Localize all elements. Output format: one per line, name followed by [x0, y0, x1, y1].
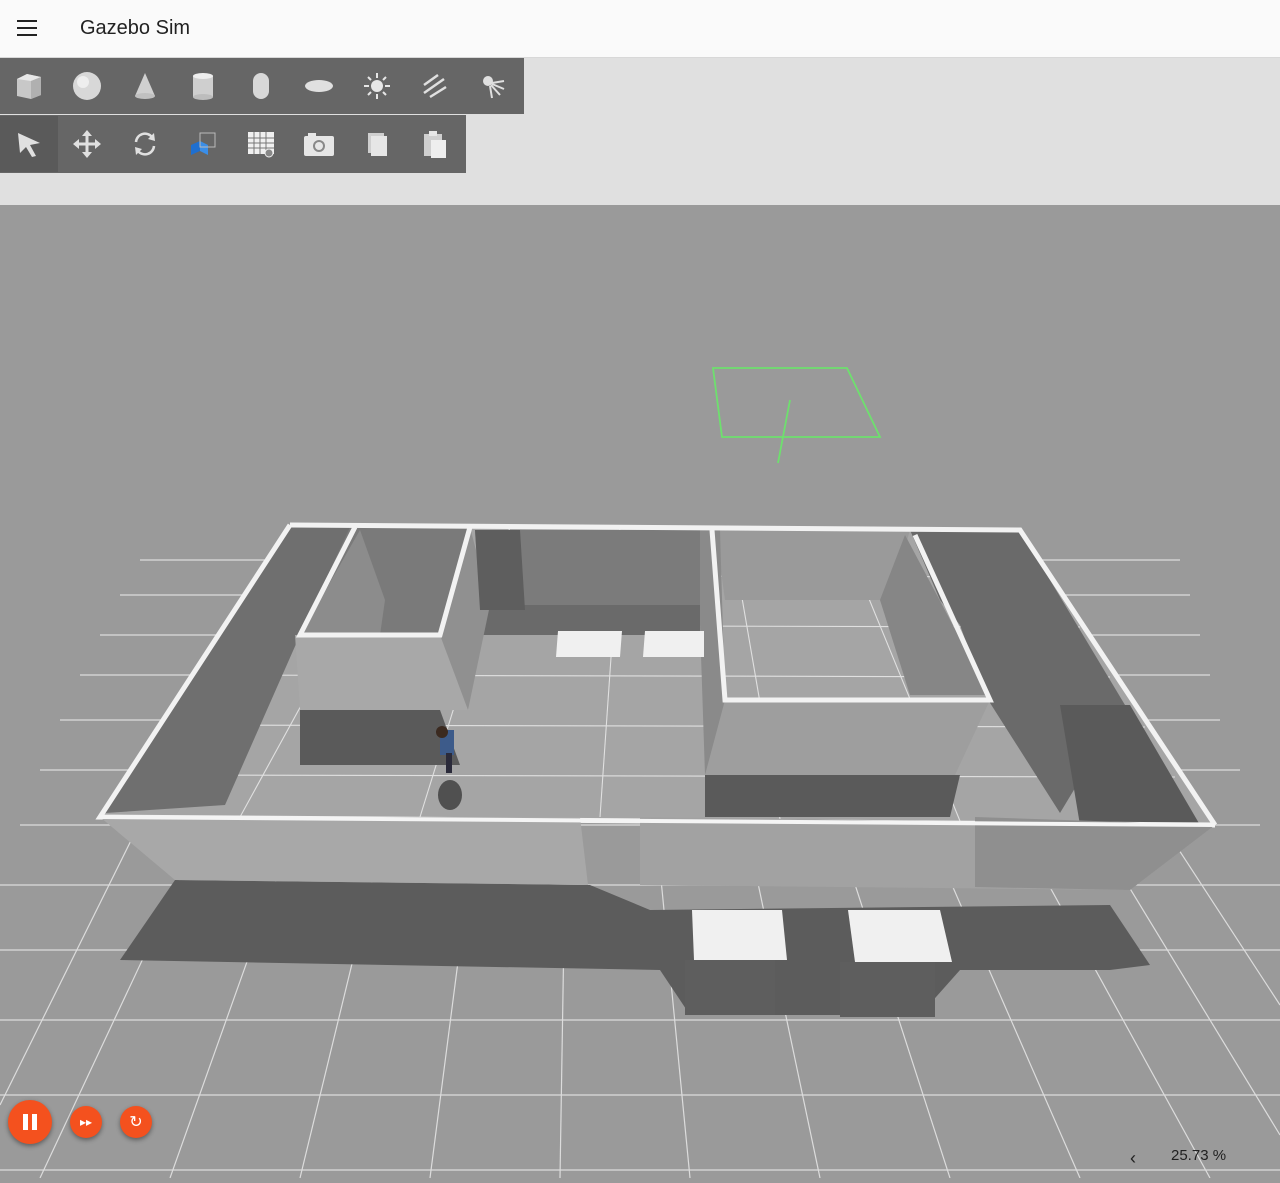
table-2: [643, 631, 704, 657]
shapes-toolbar: [0, 58, 524, 114]
step-icon: ▸▸: [79, 1115, 93, 1129]
paste-icon[interactable]: [406, 116, 464, 172]
capsule-icon[interactable]: [232, 58, 290, 114]
wall-room2-front: [705, 700, 990, 775]
rotate-mode-icon[interactable]: [116, 116, 174, 172]
cone-icon[interactable]: [116, 58, 174, 114]
app-title: Gazebo Sim: [80, 17, 191, 39]
box-icon[interactable]: [0, 58, 58, 114]
select-mode-icon[interactable]: [0, 116, 58, 172]
table-1: [556, 631, 622, 657]
reset-button[interactable]: ↻: [120, 1106, 152, 1138]
directional-light-icon[interactable]: [406, 58, 464, 114]
top-bar: Gazebo Sim: [0, 0, 1280, 58]
reset-icon: ↻: [129, 1114, 143, 1131]
point-light-icon[interactable]: [348, 58, 406, 114]
pause-button[interactable]: [8, 1100, 52, 1144]
wall-room1-front: [295, 635, 470, 710]
spot-light-icon[interactable]: [464, 58, 522, 114]
copy-icon[interactable]: [348, 116, 406, 172]
real-time-factor: 25.73 %: [1171, 1147, 1227, 1164]
grid-config-icon[interactable]: [232, 116, 290, 172]
chevron-left-icon[interactable]: ‹: [1130, 1148, 1146, 1168]
translate-mode-icon[interactable]: [58, 116, 116, 172]
scene-viewport[interactable]: [0, 205, 1280, 1179]
transform-toolbar: [0, 115, 466, 173]
menu-icon[interactable]: [14, 16, 44, 42]
screenshot-icon[interactable]: [290, 116, 348, 172]
table-4: [848, 910, 952, 962]
step-button[interactable]: ▸▸: [70, 1106, 102, 1138]
scene-3d: [0, 205, 1280, 1179]
view-angle-icon[interactable]: [174, 116, 232, 172]
pause-icon: [23, 1114, 37, 1130]
wall-front-left: [100, 817, 588, 885]
ellipsoid-icon[interactable]: [290, 58, 348, 114]
playback-controls: ▸▸ ↻: [8, 1100, 152, 1144]
table-3: [692, 910, 787, 960]
cylinder-icon[interactable]: [174, 58, 232, 114]
sphere-icon[interactable]: [58, 58, 116, 114]
